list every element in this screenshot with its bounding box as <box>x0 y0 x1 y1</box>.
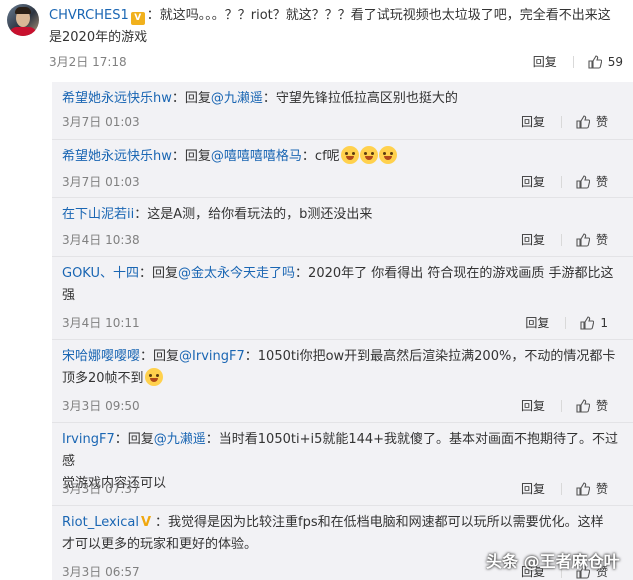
mention-link[interactable]: @嘻嘻嘻嘻格马 <box>211 149 302 164</box>
list-item: 希望她永远快乐hw：回复@嘻嘻嘻嘻格马：cf呢 3月7日 01:03 回复 赞 <box>52 140 633 197</box>
mention-link[interactable]: @九濑遥 <box>154 432 206 447</box>
reply-username[interactable]: Riot_Lexical <box>62 515 139 530</box>
like-count: 1 <box>600 315 608 330</box>
reply-username[interactable]: 在下山泥若ii <box>62 207 134 222</box>
doge-emoji-icon <box>144 368 163 386</box>
reply-time: 3月3日 07:37 <box>62 482 140 496</box>
reply-button[interactable]: 回复 <box>521 397 545 414</box>
mention-link[interactable]: @金太永今天走了吗 <box>178 266 295 281</box>
reply-time: 3月7日 01:03 <box>62 115 140 129</box>
thumbs-up-icon[interactable] <box>576 114 590 129</box>
reply-username[interactable]: IrvingF7 <box>62 432 115 447</box>
reply-button[interactable]: 回复 <box>525 314 549 331</box>
comment-time: 3月2日 17:18 <box>49 55 127 69</box>
reply-time: 3月7日 01:03 <box>62 175 140 189</box>
reply-button[interactable]: 回复 <box>521 231 545 248</box>
list-item: 希望她永远快乐hw：回复@九濑遥：守望先锋拉低拉高区别也挺大的 3月7日 01:… <box>62 91 608 130</box>
list-item: 在下山泥若ii：这是A测，给你看玩法的，b测还没出来 3月4日 10:38 回复… <box>62 207 608 248</box>
comment-actions: 回复 59 <box>533 53 623 70</box>
mention-link[interactable]: @九濑遥 <box>211 91 263 106</box>
vip-badge-icon: V <box>130 12 145 25</box>
divider <box>572 55 574 68</box>
avatar[interactable] <box>7 4 39 36</box>
thumbs-up-icon[interactable] <box>576 232 590 247</box>
doge-emoji-icon <box>359 146 378 164</box>
like-label: 赞 <box>595 233 608 247</box>
thumbs-up-icon[interactable] <box>576 481 590 496</box>
reply-button[interactable]: 回复 <box>521 173 545 190</box>
thumbs-up-icon[interactable] <box>580 315 595 330</box>
thumbs-up-icon[interactable] <box>576 398 590 413</box>
reply-time: 3月4日 10:11 <box>62 316 140 330</box>
like-label: 赞 <box>595 115 608 129</box>
top-comment: CHVRCHES1 V ：就这吗。。。？？riot？就这？？？看了试玩视频也太垃圾了… <box>0 0 633 80</box>
mention-link[interactable]: @IrvingF7 <box>179 349 245 364</box>
doge-emoji-icon <box>378 146 397 164</box>
reply-username[interactable]: 宋哈娜嘤嘤嘤 <box>62 349 140 364</box>
reply-username[interactable]: 希望她永远快乐hw <box>62 149 172 164</box>
list-item: 宋哈娜嘤嘤嘤：回复@IrvingF7：1050ti你把ow开到最高然后渲染拉满2… <box>62 349 616 414</box>
doge-emoji-icon <box>340 146 359 164</box>
reply-button[interactable]: 回复 <box>521 480 545 497</box>
watermark: 头条 @王者麻仓叶 <box>486 552 620 571</box>
reply-username[interactable]: 希望她永远快乐hw <box>62 91 172 106</box>
username-link[interactable]: CHVRCHES1 <box>49 8 129 23</box>
like-count: 59 <box>607 54 623 69</box>
reply-button[interactable]: 回复 <box>521 113 545 130</box>
comment-text: CHVRCHES1 V ：就这吗。。。？？riot？就这？？？看了试玩视频也太垃圾了… <box>49 5 625 49</box>
comment-line1: ：就这吗。。。？？riot？就这？？？看了试玩视频也太垃圾了吧，完全看不出来这 <box>146 8 611 23</box>
like-label: 赞 <box>595 482 608 496</box>
reply-time: 3月3日 06:57 <box>62 565 140 579</box>
reply-username[interactable]: GOKU、十四 <box>62 266 139 281</box>
list-item: IrvingF7：回复@九濑遥：当时看1050ti+i5就能144+我就傻了。基… <box>62 432 619 497</box>
thumbs-up-icon[interactable] <box>576 174 590 189</box>
list-item: GOKU、十四：回复@金太永今天走了吗：2020年了 你看得出 符合现在的游戏画… <box>62 266 614 331</box>
like-label: 赞 <box>595 175 608 189</box>
reply-time: 3月4日 10:38 <box>62 233 140 247</box>
comment-line2: 是2020年的游戏 <box>49 30 148 45</box>
reply-list: 希望她永远快乐hw：回复@九濑遥：守望先锋拉低拉高区别也挺大的 3月7日 01:… <box>52 82 633 580</box>
thumbs-up-icon[interactable] <box>588 54 602 69</box>
verified-badge-icon: V <box>141 515 152 530</box>
reply-button[interactable]: 回复 <box>533 53 557 70</box>
like-label: 赞 <box>595 399 608 413</box>
reply-time: 3月3日 09:50 <box>62 399 140 413</box>
